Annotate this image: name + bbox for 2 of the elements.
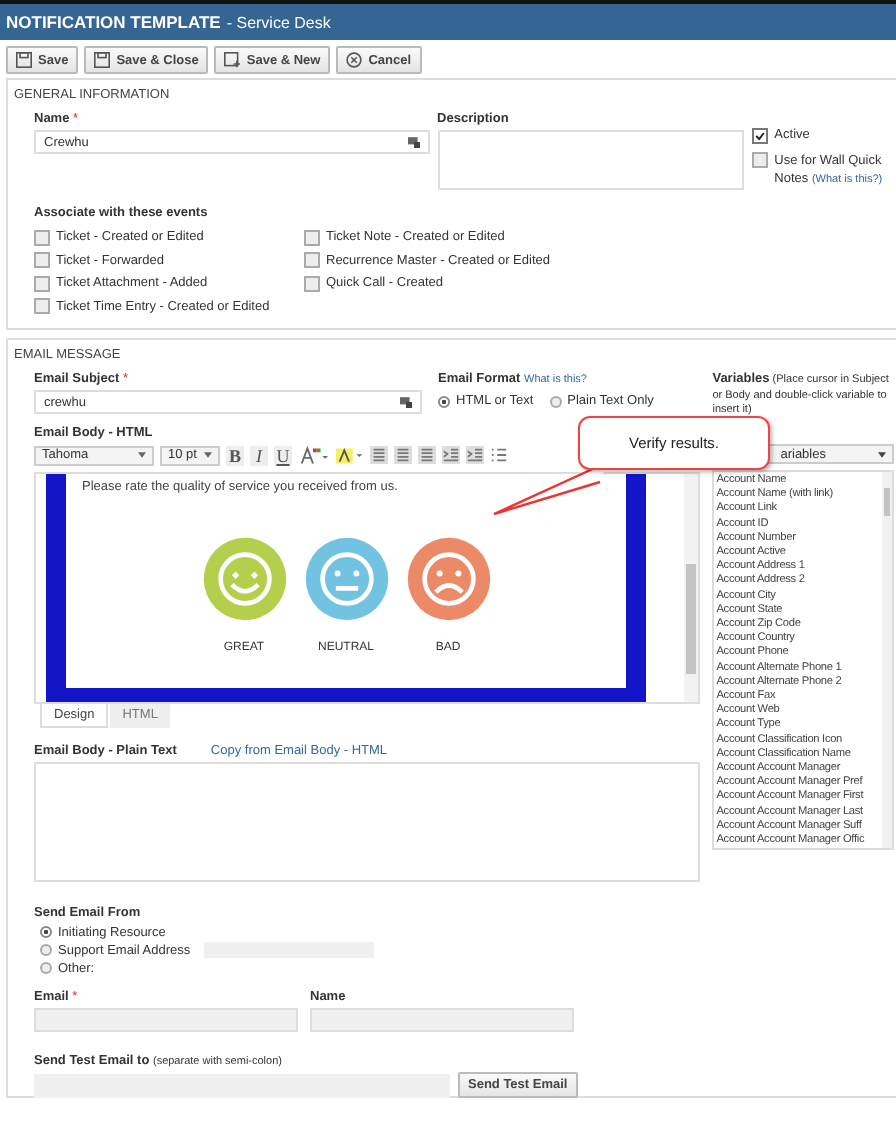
window-subtitle: - Service Desk [226,13,331,31]
window-title: NOTIFICATION TEMPLATE [6,12,221,32]
